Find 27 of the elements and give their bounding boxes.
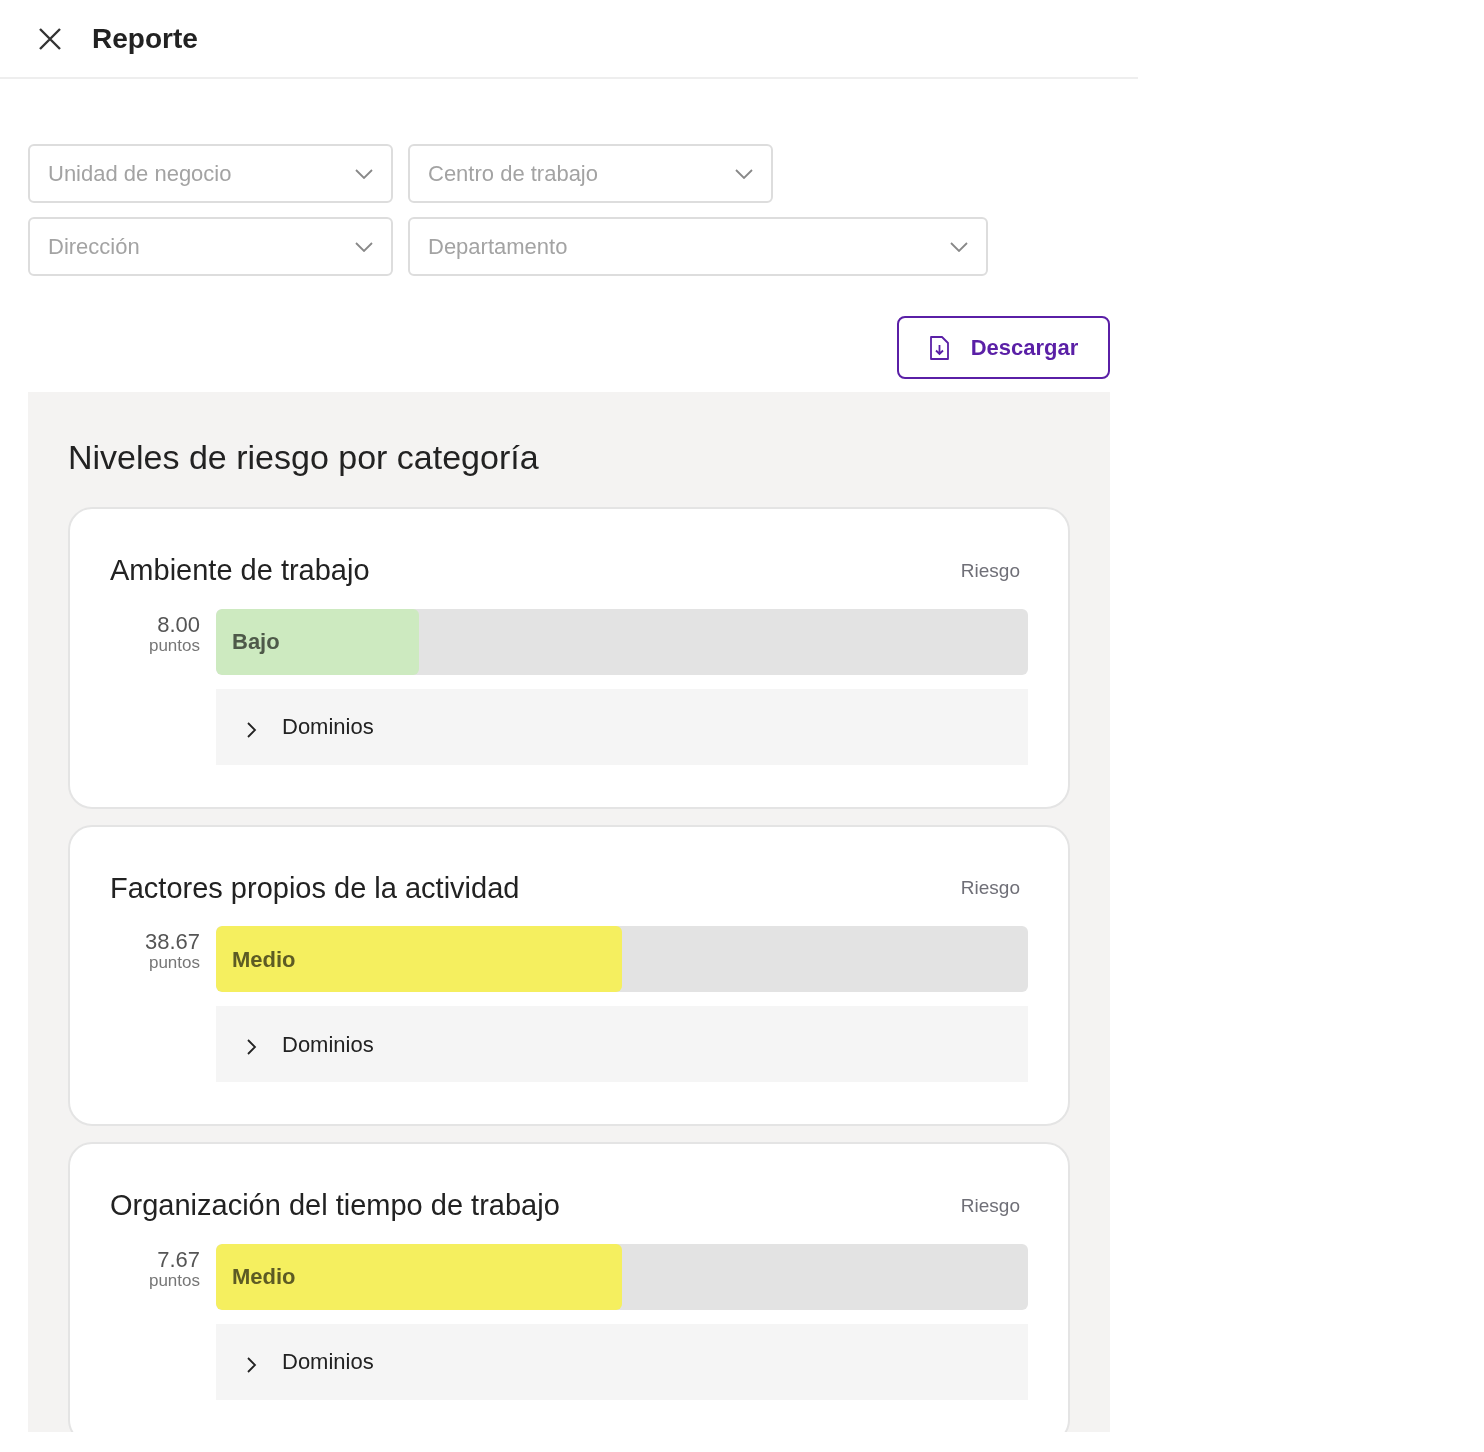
domains-toggle[interactable]: Dominios <box>216 1323 1028 1400</box>
category-title: Ambiente de trabajo <box>110 553 370 588</box>
risk-level-bar: Medio <box>216 1243 622 1310</box>
download-button[interactable]: Descargar <box>897 316 1110 379</box>
chevron-down-icon <box>735 168 753 179</box>
score-unit: puntos <box>147 1271 200 1291</box>
column-label: Riesgo <box>960 1193 1020 1218</box>
chevron-down-icon <box>355 168 373 179</box>
category-title: Organización del tiempo de trabajo <box>110 1188 560 1223</box>
risk-level-bar: Medio <box>216 926 622 992</box>
score-value: 7.67 <box>156 1247 200 1272</box>
score-value: 8.00 <box>156 612 200 637</box>
file-download-icon <box>928 335 949 360</box>
column-label: Riesgo <box>960 876 1020 900</box>
domains-toggle[interactable]: Dominios <box>216 1006 1028 1082</box>
close-icon[interactable] <box>38 26 62 51</box>
score-unit: puntos <box>147 954 200 973</box>
score-value: 38.67 <box>143 930 200 955</box>
column-label: Riesgo <box>960 558 1020 583</box>
risk-level-bar: Bajo <box>216 608 419 675</box>
category-title: Factores propios de la actividad <box>110 870 520 906</box>
chevron-down-icon <box>355 241 373 252</box>
page-title: Reporte <box>92 21 198 56</box>
domains-toggle[interactable]: Dominios <box>216 688 1028 765</box>
score-unit: puntos <box>147 636 200 656</box>
section-title: Niveles de riesgo por categoría <box>68 437 540 478</box>
chevron-down-icon <box>950 241 968 252</box>
